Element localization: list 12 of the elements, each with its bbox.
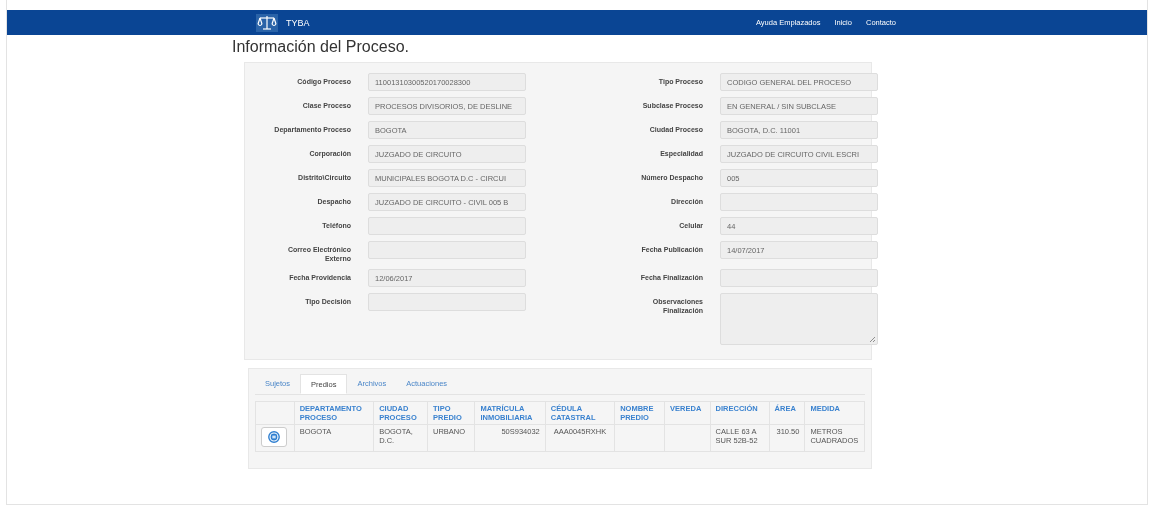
input-field[interactable] xyxy=(720,269,878,287)
brand-name[interactable]: TYBA xyxy=(286,17,310,28)
view-button[interactable] xyxy=(261,427,287,447)
input-field[interactable] xyxy=(368,217,526,235)
resize-grip-icon[interactable] xyxy=(869,336,875,342)
input-field[interactable] xyxy=(720,193,878,211)
scales-icon xyxy=(256,13,278,32)
page-title: Información del Proceso. xyxy=(232,38,410,56)
input-field[interactable] xyxy=(368,241,526,259)
view-icon xyxy=(268,431,280,443)
input-field[interactable] xyxy=(368,293,526,311)
textarea-field[interactable] xyxy=(720,293,878,345)
